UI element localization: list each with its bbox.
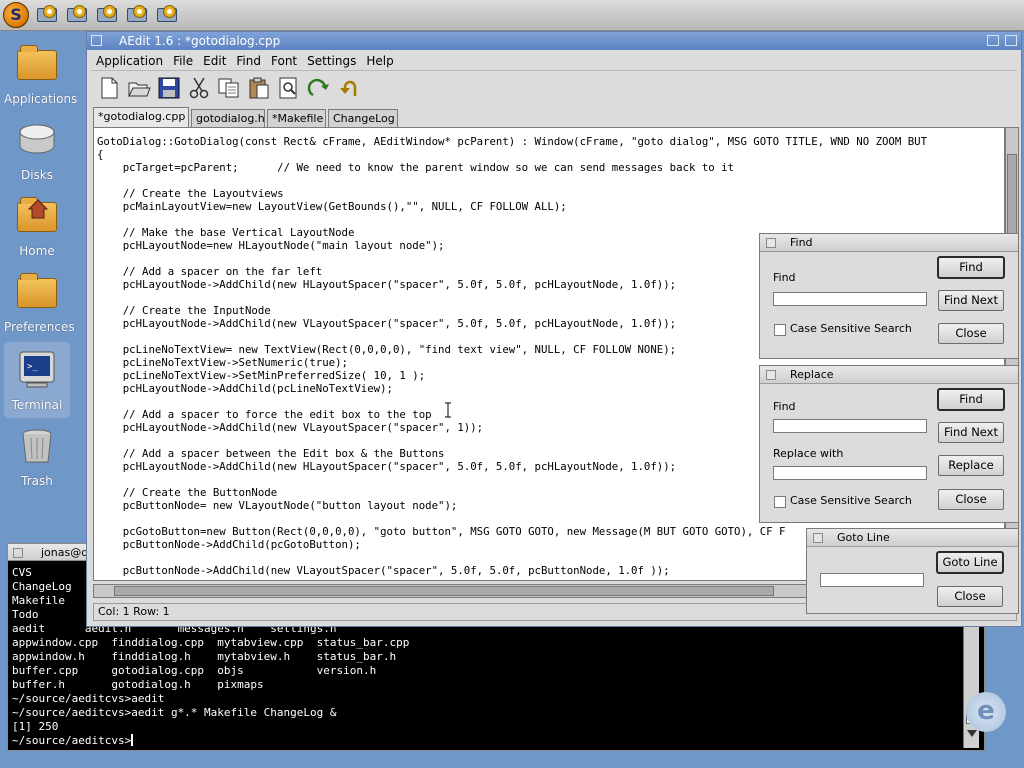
menu-settings[interactable]: Settings	[302, 51, 361, 71]
find-next-button[interactable]: Find Next	[938, 290, 1004, 311]
launcher-bar: S	[0, 0, 1024, 31]
open-icon[interactable]	[127, 76, 151, 100]
menu-find[interactable]: Find	[231, 51, 266, 71]
tab-gotodialog-h[interactable]: gotodialog.h	[191, 109, 265, 127]
close-icon[interactable]	[813, 533, 823, 543]
goto-line-button[interactable]: Goto Line	[936, 551, 1004, 574]
folder-icon	[17, 272, 57, 312]
scroll-down-icon[interactable]	[967, 730, 977, 738]
menu-edit[interactable]: Edit	[198, 51, 231, 71]
app-launcher-5-icon[interactable]	[154, 4, 180, 26]
find-next-button[interactable]: Find Next	[938, 422, 1004, 443]
undo-icon[interactable]	[337, 76, 361, 100]
tab-changelog[interactable]: ChangeLog	[328, 109, 398, 127]
menu-font[interactable]: Font	[266, 51, 302, 71]
file-tabs: *gotodialog.cpp gotodialog.h *Makefile C…	[91, 107, 1017, 127]
redo-icon[interactable]	[307, 76, 331, 100]
find-button[interactable]: Find	[937, 388, 1005, 411]
desktop-icon-disks[interactable]: Disks	[4, 112, 70, 184]
menu-bar: Application File Edit Find Font Settings Help	[91, 51, 1017, 71]
case-sensitive-checkbox[interactable]	[774, 324, 786, 336]
close-button[interactable]: Close	[937, 586, 1003, 607]
find-dialog-titlebar[interactable]: Find	[760, 234, 1018, 252]
desktop-icon-trash[interactable]: Trash	[4, 418, 70, 490]
folder-icon	[17, 44, 57, 84]
app-launcher-4-icon[interactable]	[124, 4, 150, 26]
close-icon[interactable]	[766, 238, 776, 248]
terminal-icon: >_	[17, 350, 57, 390]
paste-icon[interactable]	[247, 76, 271, 100]
close-icon[interactable]	[91, 35, 102, 46]
goto-line-dialog: Goto Line Goto Line Close	[806, 528, 1019, 614]
replace-dialog: Replace Find Replace with Case Sensitive…	[759, 365, 1019, 523]
find-dialog-title: Find	[790, 236, 813, 249]
disk-icon	[17, 120, 57, 160]
desktop-icon-label: Disks	[20, 168, 54, 182]
scrollbar-thumb[interactable]	[114, 586, 774, 596]
replace-with-label: Replace with	[773, 447, 844, 460]
menu-file[interactable]: File	[168, 51, 198, 71]
find-input[interactable]	[773, 292, 927, 306]
desktop-icon-label: Terminal	[11, 398, 63, 412]
window-titlebar[interactable]: AEdit 1.6 : *gotodialog.cpp	[87, 32, 1021, 50]
find-button[interactable]: Find	[937, 256, 1005, 279]
cut-icon[interactable]	[187, 76, 211, 100]
zoom-icon[interactable]	[1005, 35, 1017, 46]
close-icon[interactable]	[13, 548, 23, 558]
find-label: Find	[773, 271, 796, 284]
find-dialog: Find Find Case Sensitive Search Find Fin…	[759, 233, 1019, 359]
desktop-icon-label: Applications	[4, 92, 78, 106]
home-folder-icon	[17, 196, 57, 236]
case-sensitive-label: Case Sensitive Search	[790, 494, 912, 507]
tab-makefile[interactable]: *Makefile	[267, 109, 326, 127]
case-sensitive-label: Case Sensitive Search	[790, 322, 912, 335]
desktop-icon-home[interactable]: Home	[4, 188, 70, 260]
close-button[interactable]: Close	[938, 489, 1004, 510]
menu-application[interactable]: Application	[91, 51, 168, 71]
desktop-icon-label: Trash	[21, 474, 53, 488]
desktop-icon-applications[interactable]: Applications	[4, 36, 78, 108]
save-icon[interactable]	[157, 76, 181, 100]
case-sensitive-checkbox[interactable]	[774, 496, 786, 508]
new-icon[interactable]	[97, 76, 121, 100]
app-launcher-2-icon[interactable]	[64, 4, 90, 26]
line-number-input[interactable]	[820, 573, 924, 587]
tab-gotodialog-cpp[interactable]: *gotodialog.cpp	[93, 107, 189, 127]
desktop-icon-terminal[interactable]: >_ Terminal	[4, 342, 70, 418]
replace-with-input[interactable]	[773, 466, 927, 480]
desktop-icon-preferences[interactable]: Preferences	[4, 264, 75, 336]
find-icon[interactable]	[277, 76, 301, 100]
text-cursor-icon	[445, 402, 451, 418]
minimize-icon[interactable]	[987, 35, 999, 46]
trash-icon	[17, 426, 57, 466]
terminal-cursor	[131, 734, 134, 746]
window-title: AEdit 1.6 : *gotodialog.cpp	[119, 34, 281, 48]
desktop-icon-label: Preferences	[4, 320, 75, 334]
app-launcher-1-icon[interactable]	[34, 4, 60, 26]
app-launcher-3-icon[interactable]	[94, 4, 120, 26]
find-label: Find	[773, 400, 796, 413]
toolbar	[91, 73, 1017, 105]
close-icon[interactable]	[766, 370, 776, 380]
system-menu-logo-icon[interactable]: S	[3, 2, 29, 28]
menu-help[interactable]: Help	[361, 51, 398, 71]
desktop-e-logo-icon: e	[966, 692, 1006, 732]
copy-icon[interactable]	[217, 76, 241, 100]
replace-dialog-title: Replace	[790, 368, 834, 381]
svg-text:>_: >_	[27, 362, 38, 372]
desktop-icon-label: Home	[19, 244, 55, 258]
scrollbar-thumb[interactable]	[1007, 154, 1017, 234]
goto-dialog-titlebar[interactable]: Goto Line	[807, 529, 1018, 547]
goto-dialog-title: Goto Line	[837, 531, 890, 544]
replace-button[interactable]: Replace	[938, 455, 1004, 476]
replace-find-input[interactable]	[773, 419, 927, 433]
terminal-title: jonas@de	[41, 546, 86, 559]
close-button[interactable]: Close	[938, 323, 1004, 344]
terminal-titlebar[interactable]: jonas@de	[7, 543, 87, 561]
replace-dialog-titlebar[interactable]: Replace	[760, 366, 1018, 384]
